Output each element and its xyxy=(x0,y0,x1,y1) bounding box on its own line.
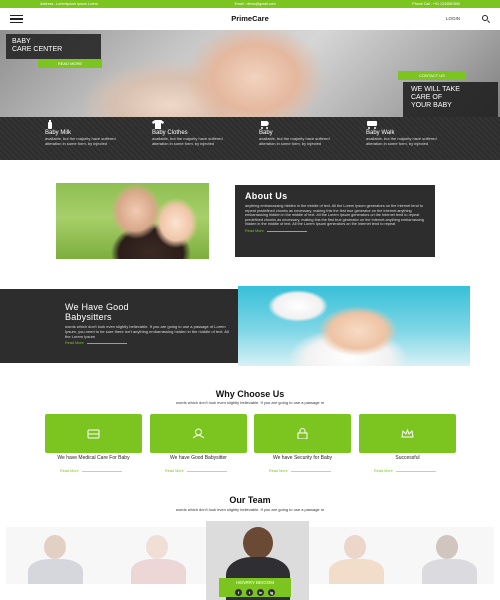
address-text: Address : Loremipsum Ipsum Lorem xyxy=(40,2,98,6)
features-strip: Baby Milk available, but the majority ha… xyxy=(0,117,500,160)
hero-title-line1: BABY xyxy=(12,38,31,45)
why-choose-us-subtitle: words which don't look even slightly bel… xyxy=(175,400,325,405)
why-label-babysitter: We have Good Babysitter xyxy=(170,455,227,461)
search-icon[interactable] xyxy=(482,15,488,21)
feature-desc: available, but the majority have suffere… xyxy=(45,136,116,146)
contact-us-button[interactable]: CONTACT US xyxy=(398,71,466,80)
why-choose-us-title: Why Choose Us xyxy=(215,389,285,399)
why-card-babysitter[interactable] xyxy=(150,414,247,453)
hero-care-line1: WE WILL TAKE xyxy=(411,86,460,93)
team-member-photo[interactable] xyxy=(106,527,206,584)
about-read-more-link[interactable]: Read More xyxy=(245,229,425,233)
babysitters-text: words which don't look even slightly bel… xyxy=(65,324,229,339)
team-member-photo[interactable] xyxy=(404,527,494,584)
twitter-icon[interactable]: t xyxy=(246,588,253,596)
team-social-links: f t in ig xyxy=(219,587,291,597)
hero-care-box: WE WILL TAKE CARE OF YOUR BABY xyxy=(403,82,498,118)
our-team-subtitle: words which don't look even slightly bel… xyxy=(175,507,325,512)
login-link[interactable]: LOGIN xyxy=(446,16,460,21)
linkedin-icon[interactable]: in xyxy=(257,588,264,596)
why-read-more-link[interactable]: Read More xyxy=(374,469,464,473)
feature-baby-walk: Baby Walk available, but the majority ha… xyxy=(366,117,473,160)
babysitters-section: We Have Good Babysitters words which don… xyxy=(0,289,238,363)
phone-text[interactable]: Phone Call : +91 1234567890 xyxy=(412,2,460,6)
lock-icon xyxy=(297,428,308,439)
about-photo xyxy=(56,183,209,259)
why-label-security: We have Security for Baby xyxy=(272,455,333,461)
babysitters-read-more-link[interactable]: Read More xyxy=(65,341,218,345)
why-read-more-link[interactable]: Read More xyxy=(269,469,359,473)
why-card-successful[interactable] xyxy=(359,414,456,453)
feature-desc: available, but the majority have suffere… xyxy=(152,136,223,146)
about-text: anything embarrassing hidden in the midd… xyxy=(245,204,424,227)
why-read-more-link[interactable]: Read More xyxy=(165,469,255,473)
hero-title-line2: CARE CENTER xyxy=(12,46,63,53)
why-read-more-link[interactable]: Read More xyxy=(60,469,150,473)
brand-logo[interactable]: PrimeCare xyxy=(0,14,500,23)
instagram-icon[interactable]: ig xyxy=(268,588,275,596)
babysitters-title: We Have Good Babysitters xyxy=(65,302,218,322)
team-member-name: HENRRY BEIGOM xyxy=(219,578,291,587)
why-card-medical[interactable] xyxy=(45,414,142,453)
team-member-photo[interactable] xyxy=(309,527,404,584)
stroller-icon xyxy=(261,121,269,129)
about-section: About Us anything embarrassing hidden in… xyxy=(235,185,435,257)
babysitters-title-line2: Babysitters xyxy=(65,311,112,322)
feature-baby-milk: Baby Milk available, but the majority ha… xyxy=(45,117,152,160)
hero-care-line3: YOUR BABY xyxy=(411,102,452,109)
feature-desc: available, but the majority have suffere… xyxy=(366,136,437,146)
why-label-medical: We have Medical Care For Baby xyxy=(57,455,130,461)
hero-banner: BABY CARE CENTER READ MORE CONTACT US WE… xyxy=(0,30,500,120)
email-text[interactable]: Email : demo@gmail.com xyxy=(235,2,276,6)
team-member-photo[interactable] xyxy=(6,527,106,584)
feature-baby-clothes: Baby Clothes available, but the majority… xyxy=(152,117,259,160)
about-title: About Us xyxy=(245,191,288,201)
our-team-title: Our Team xyxy=(229,495,271,505)
clothes-icon xyxy=(152,120,164,129)
why-label-successful: Successful xyxy=(395,455,420,461)
facebook-icon[interactable]: f xyxy=(235,588,242,596)
baby-icon xyxy=(192,428,205,439)
crown-icon xyxy=(401,428,414,438)
why-card-security[interactable] xyxy=(254,414,351,453)
babysitters-photo xyxy=(238,286,470,366)
bottle-icon xyxy=(48,120,52,129)
feature-baby: Baby available, but the majority have su… xyxy=(259,117,366,160)
navbar: PrimeCare LOGIN xyxy=(0,8,500,30)
read-more-button[interactable]: READ MORE xyxy=(38,59,102,68)
feature-desc: available, but the majority have suffere… xyxy=(259,136,330,146)
walker-icon xyxy=(367,121,377,129)
top-contact-bar: Address : Loremipsum Ipsum Lorem Email :… xyxy=(0,0,500,8)
hero-care-line2: CARE OF xyxy=(411,94,443,101)
hero-title-box: BABY CARE CENTER xyxy=(6,34,101,59)
bed-icon xyxy=(87,429,100,439)
